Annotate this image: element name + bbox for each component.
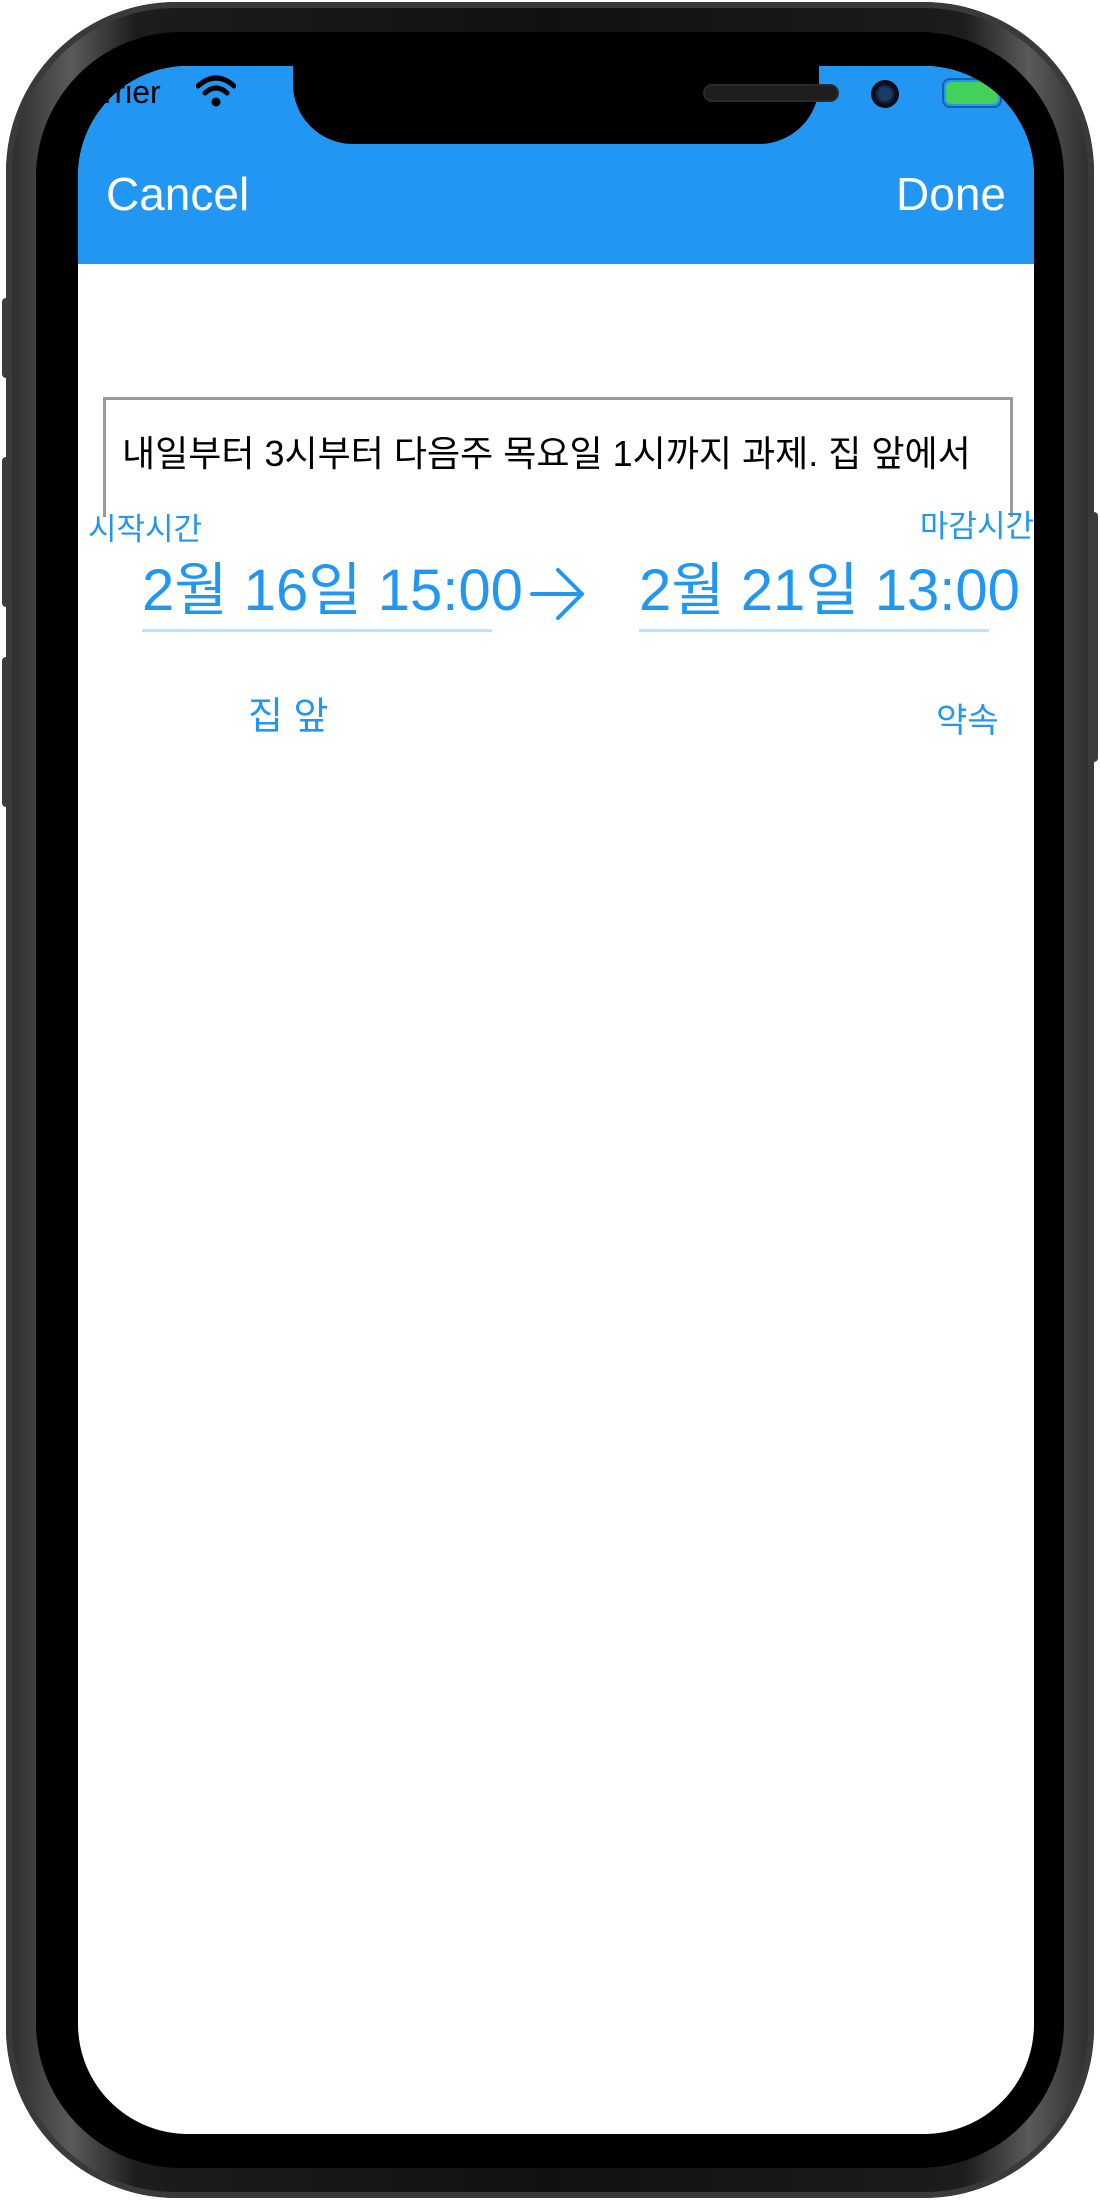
screen: arrier Cancel Done 내일부터 3시부터 다음주 목요일 1시까… <box>78 66 1034 2134</box>
speaker-grille <box>703 84 839 102</box>
silent-switch <box>2 298 10 378</box>
end-date-picker[interactable]: 2월 21일 13:00 <box>639 556 1020 632</box>
end-time-label: 마감시간 <box>919 509 1034 544</box>
location-tag[interactable]: 집 앞 <box>248 694 328 740</box>
carrier-label: arrier <box>86 74 161 110</box>
notch <box>293 66 899 144</box>
start-date-picker[interactable]: 2월 16일 15:00 <box>142 556 523 632</box>
category-tag[interactable]: 약속 <box>936 698 999 744</box>
navigation-bar: arrier Cancel Done <box>78 66 1034 264</box>
arrow-right-icon <box>530 568 584 620</box>
done-button[interactable]: Done <box>896 166 1006 222</box>
wifi-icon <box>196 75 236 107</box>
start-time-label: 시작시간 <box>88 512 203 547</box>
power-button <box>1090 512 1098 762</box>
battery-level <box>946 82 998 104</box>
front-camera <box>871 80 899 108</box>
cancel-button[interactable]: Cancel <box>106 166 249 222</box>
phone-frame: arrier Cancel Done 내일부터 3시부터 다음주 목요일 1시까… <box>2 2 1098 2198</box>
battery-icon <box>942 78 1002 108</box>
input-text: 내일부터 3시부터 다음주 목요일 1시까지 과제. 집 앞에서 <box>122 433 971 474</box>
volume-up-button <box>2 457 10 607</box>
volume-down-button <box>2 657 10 807</box>
schedule-text-input[interactable]: 내일부터 3시부터 다음주 목요일 1시까지 과제. 집 앞에서 <box>103 397 1013 517</box>
